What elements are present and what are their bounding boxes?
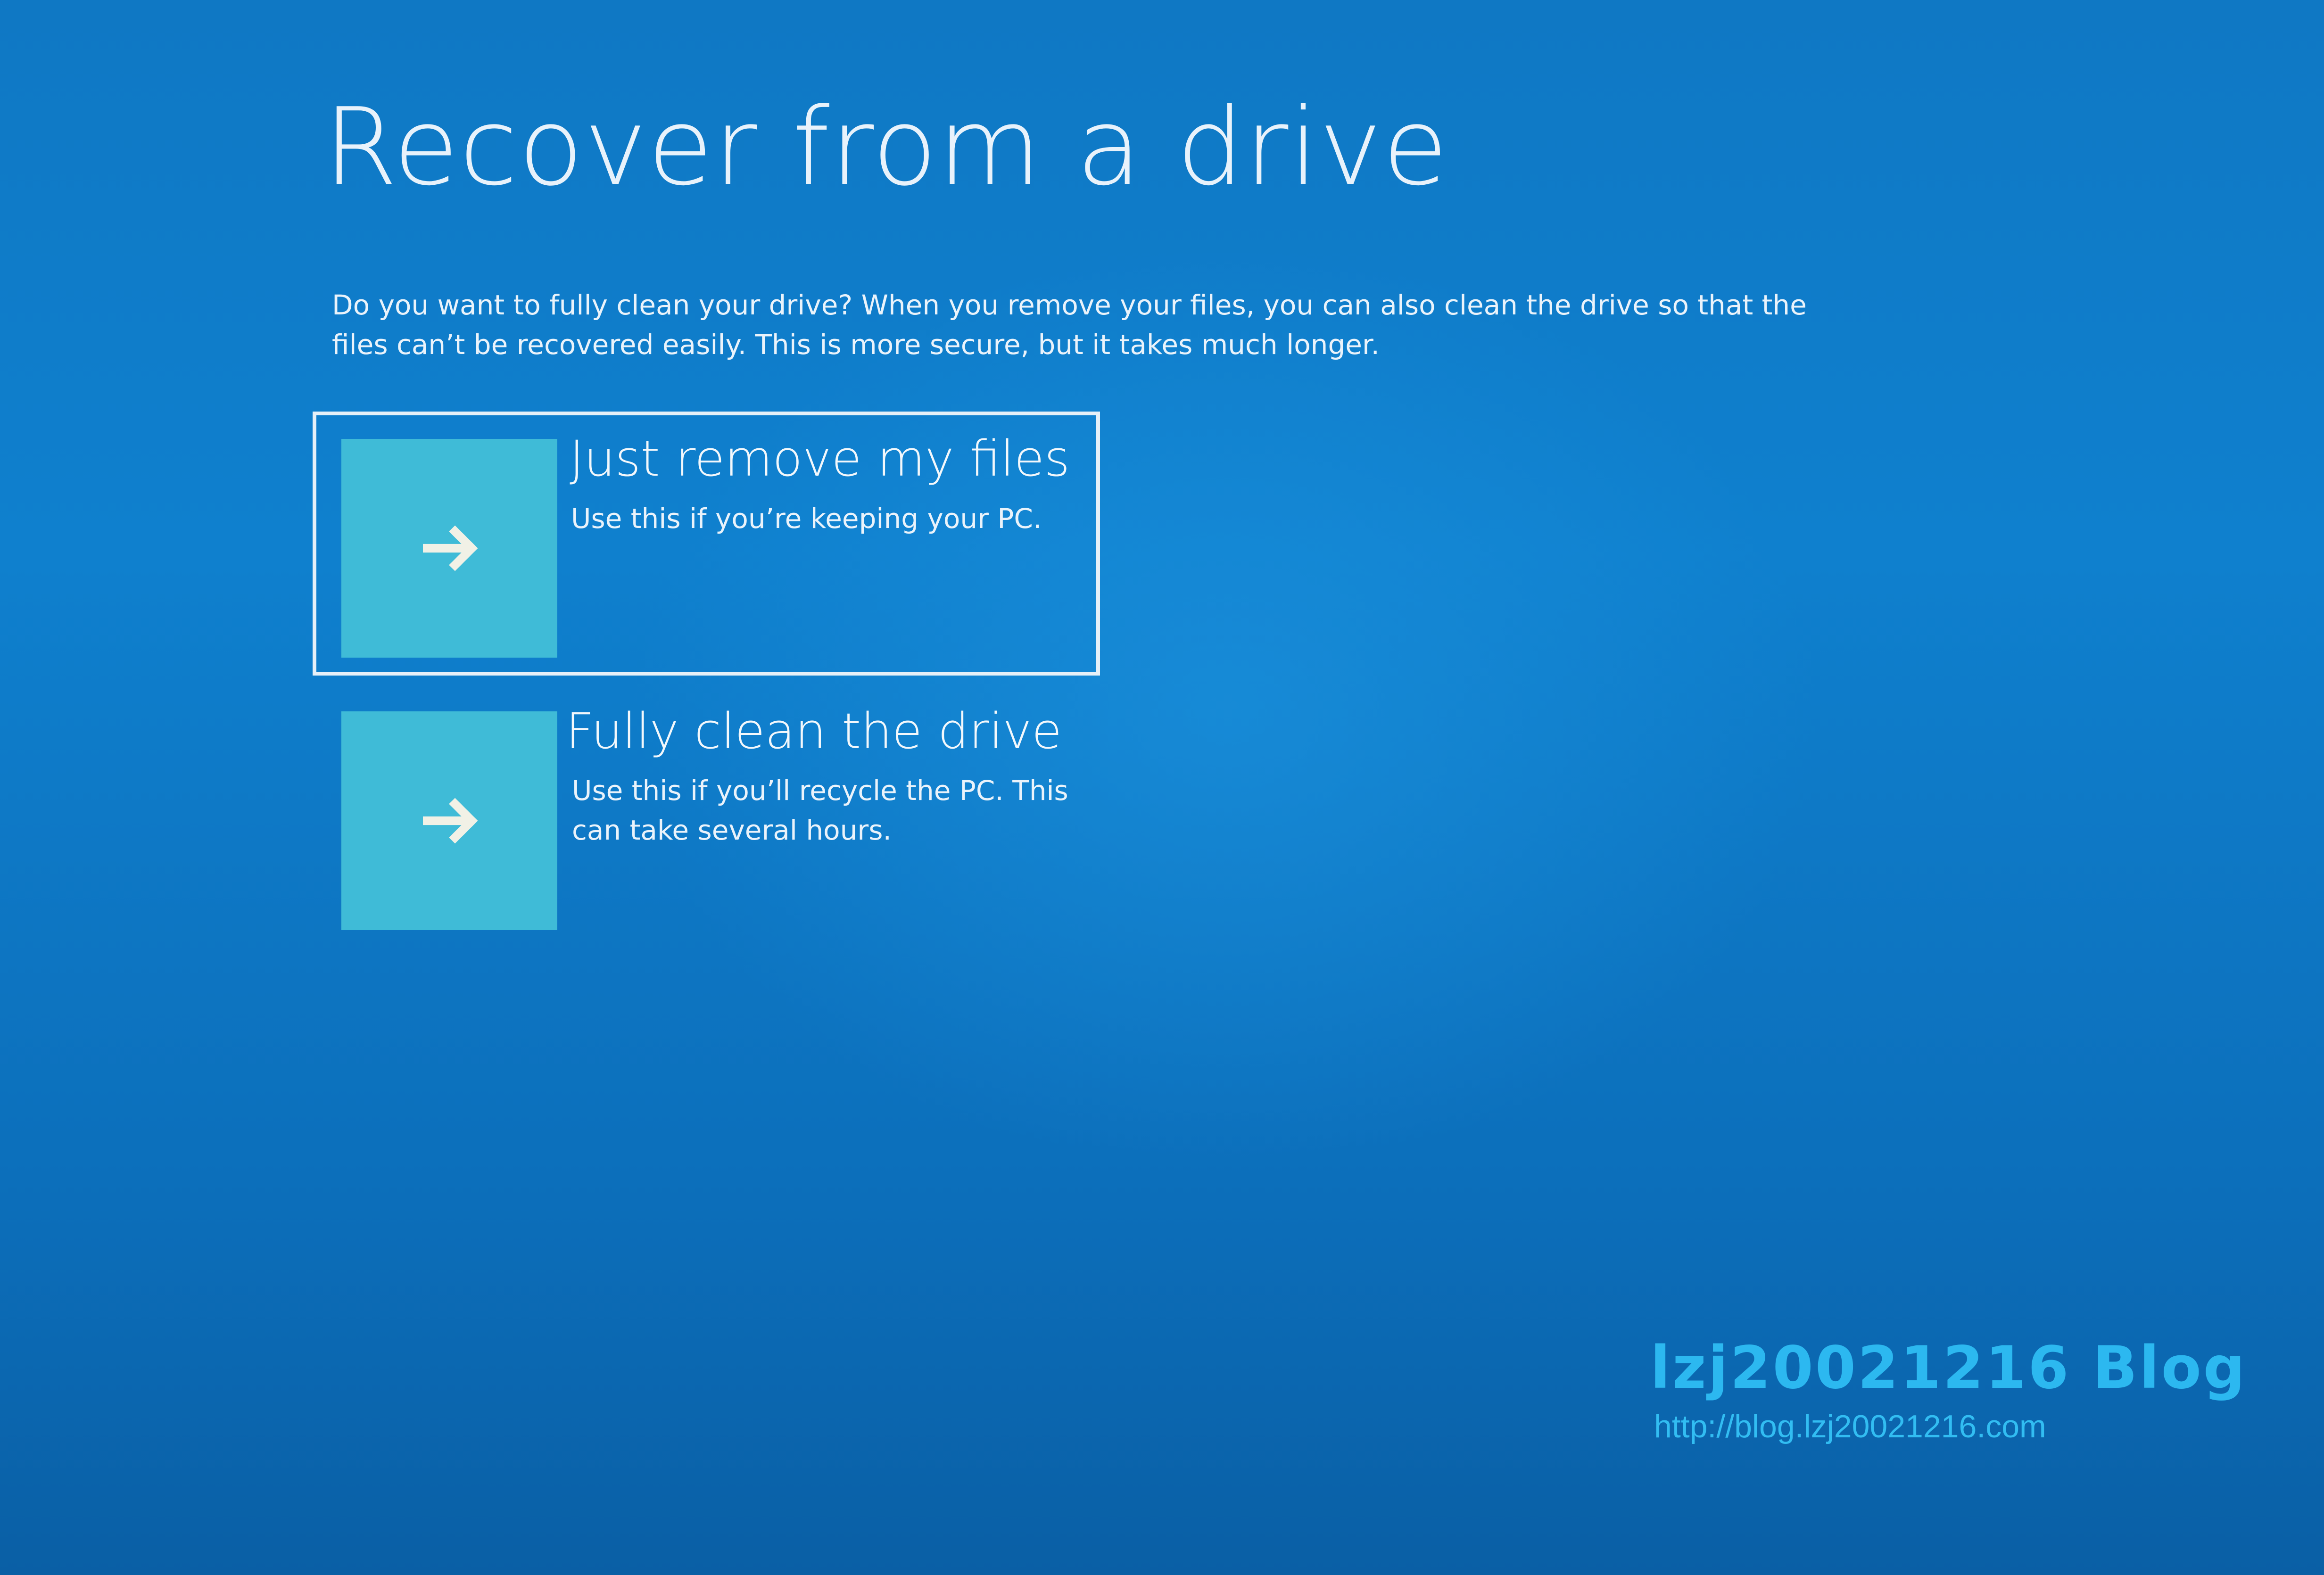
page-description: Do you want to fully clean your drive? W… bbox=[332, 289, 1807, 361]
option-label: Fully clean the drive bbox=[566, 702, 1062, 760]
recovery-screen: Recover from a drive Do you want to full… bbox=[0, 0, 2324, 1575]
option-description: Use this if you’ll recycle the PC. This … bbox=[572, 775, 1068, 846]
option-tile bbox=[341, 439, 557, 658]
watermark: lzj20021216 Blog http://blog.lzj20021216… bbox=[1650, 1339, 2263, 1443]
watermark-title: lzj20021216 Blog bbox=[1650, 1334, 2247, 1402]
page-title: Recover from a drive bbox=[323, 85, 1449, 209]
watermark-url: http://blog.lzj20021216.com bbox=[1654, 1409, 2046, 1444]
arrow-right-icon bbox=[423, 798, 478, 844]
just-remove-my-files-option[interactable]: Just remove my files Use this if you’re … bbox=[313, 412, 1100, 676]
option-label: Just remove my files bbox=[570, 430, 1070, 487]
option-description: Use this if you’re keeping your PC. bbox=[571, 503, 1042, 535]
fully-clean-the-drive-option[interactable]: Fully clean the drive Use this if you’ll… bbox=[313, 685, 1100, 949]
arrow-right-icon bbox=[423, 525, 478, 571]
option-tile bbox=[341, 711, 557, 930]
